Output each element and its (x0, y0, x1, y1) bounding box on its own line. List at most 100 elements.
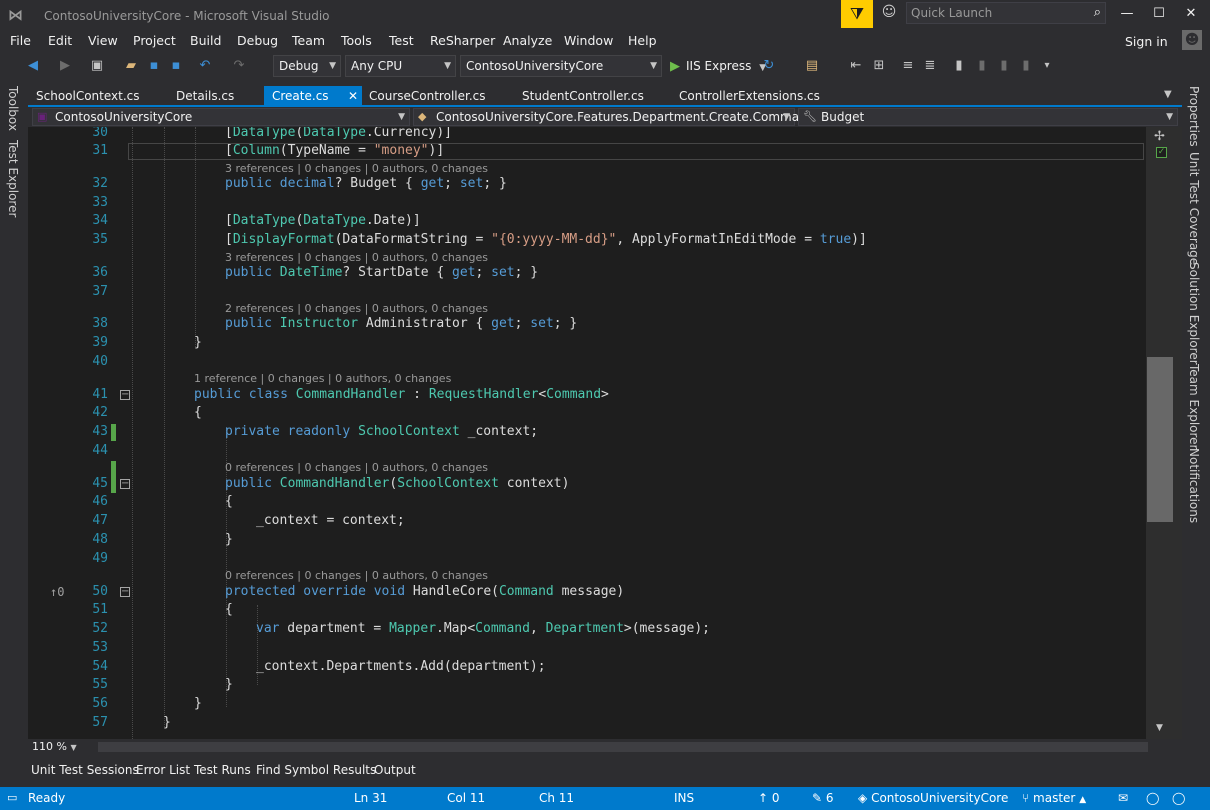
menu-debug[interactable]: Debug (237, 33, 278, 48)
tab-create[interactable]: Create.cs ✕ (264, 86, 362, 106)
refresh-icon[interactable]: ↻ (760, 57, 778, 75)
bookmark-icon[interactable]: ▮ (950, 57, 968, 75)
status-bar: ▭ Ready Ln 31 Col 11 Ch 11 INS ↑ 0 ✎ 6 ◈… (0, 787, 1210, 810)
menu-window[interactable]: Window (564, 33, 613, 48)
notifications-icon[interactable]: ◯ (1146, 791, 1159, 805)
navigate-back-icon[interactable]: ◀ (24, 57, 42, 75)
tab-details[interactable]: Details.cs (168, 86, 264, 106)
menu-view[interactable]: View (88, 33, 118, 48)
code-line: _context.Departments.Add(department); (256, 659, 546, 674)
tab-controllerextensions[interactable]: ControllerExtensions.cs (671, 86, 841, 106)
properties-tab[interactable]: Properties (1187, 86, 1201, 147)
toolbar-options-icon[interactable]: ▾ (1038, 57, 1056, 75)
code-lens[interactable]: 0 references | 0 changes | 0 authors, 0 … (225, 461, 488, 474)
feedback-filter-button[interactable]: ⧩ (841, 0, 873, 28)
unpublished-commits-button[interactable]: ↑ 0 (758, 791, 780, 805)
tab-unit-test-sessions[interactable]: Unit Test Sessions (31, 763, 139, 777)
line-number: 56 (92, 696, 108, 711)
menu-team[interactable]: Team (292, 33, 325, 48)
new-project-icon[interactable]: ▣ (88, 57, 106, 75)
chevron-down-icon: ▼ (783, 112, 790, 122)
collapse-icon[interactable]: − (120, 390, 130, 400)
test-explorer-tab[interactable]: Test Explorer (6, 140, 20, 217)
no-issues-check-icon[interactable]: ✓ (1156, 147, 1167, 158)
undo-icon[interactable]: ↶ (196, 57, 214, 75)
menu-project[interactable]: Project (133, 33, 176, 48)
clear-bookmarks-icon[interactable]: ▮ (1017, 57, 1035, 75)
step-icon[interactable]: ⇤ (847, 57, 865, 75)
project-dropdown[interactable]: ▣ ContosoUniversityCore ▼ (32, 108, 410, 126)
quick-launch-box[interactable]: ⌕ (906, 2, 1106, 24)
browser-link-icon[interactable]: ▤ (803, 57, 821, 75)
type-dropdown[interactable]: ◆ ContosoUniversityCore.Features.Departm… (413, 108, 814, 126)
minimize-button[interactable]: — (1112, 4, 1142, 24)
user-status-icon[interactable]: ◯ (1172, 791, 1185, 805)
zoom-dropdown[interactable]: 110 % ▼ (32, 739, 77, 755)
previous-bookmark-icon[interactable]: ▮ (973, 57, 991, 75)
tab-overflow-icon[interactable]: ▼ (1164, 89, 1172, 100)
save-all-icon[interactable]: ▪ (167, 57, 185, 75)
save-icon[interactable]: ▪ (145, 57, 163, 75)
tab-coursecontroller[interactable]: CourseController.cs (361, 86, 513, 106)
menu-file[interactable]: File (10, 33, 31, 48)
scrollbar-thumb[interactable] (1147, 357, 1173, 522)
scroll-down-arrow-icon[interactable]: ▼ (1156, 723, 1163, 733)
outdent-icon[interactable]: ≡ (899, 57, 917, 75)
open-file-icon[interactable]: ▰ (122, 57, 140, 75)
navigate-forward-icon[interactable]: ▶ (56, 57, 74, 75)
tab-schoolcontext[interactable]: SchoolContext.cs (28, 86, 168, 106)
tab-find-symbol-results[interactable]: Find Symbol Results (256, 763, 376, 777)
code-lens[interactable]: 2 references | 0 changes | 0 authors, 0 … (225, 302, 488, 315)
menu-build[interactable]: Build (190, 33, 221, 48)
start-debugging-button[interactable]: ▶ IIS Express ▼ (670, 56, 766, 76)
solution-explorer-tab[interactable]: Solution Explorer (1187, 262, 1201, 365)
code-lens[interactable]: 3 references | 0 changes | 0 authors, 0 … (225, 251, 488, 264)
sign-in-link[interactable]: Sign in (1125, 34, 1168, 49)
vertical-scrollbar[interactable]: ✢ ✓ ▼ (1146, 127, 1182, 739)
tab-studentcontroller[interactable]: StudentController.cs (514, 86, 671, 106)
horizontal-scrollbar[interactable] (98, 742, 1148, 752)
code-line: } (194, 696, 202, 711)
menu-test[interactable]: Test (389, 33, 414, 48)
toolbox-tab[interactable]: Toolbox (6, 86, 20, 131)
tab-test-runs[interactable]: Test Runs (194, 763, 251, 777)
search-icon[interactable]: ⌕ (1094, 5, 1101, 20)
hierarchy-icon[interactable]: ⊞ (870, 57, 888, 75)
notifications-tab[interactable]: Notifications (1187, 448, 1201, 523)
profile-icon[interactable]: ☻ (1182, 30, 1202, 50)
send-feedback-icon[interactable]: ☺ (878, 4, 900, 24)
pending-changes-button[interactable]: ✎ 6 (812, 791, 834, 805)
unit-test-coverage-tab[interactable]: Unit Test Coverage (1187, 152, 1201, 265)
menu-tools[interactable]: Tools (341, 33, 372, 48)
platform-dropdown[interactable]: Any CPU ▼ (345, 55, 456, 77)
split-window-icon[interactable]: ✢ (1154, 129, 1165, 144)
collapse-icon[interactable]: − (120, 479, 130, 489)
redo-icon[interactable]: ↷ (230, 57, 248, 75)
menu-analyze[interactable]: Analyze (503, 33, 552, 48)
collapse-icon[interactable]: − (120, 587, 130, 597)
indent-icon[interactable]: ≣ (921, 57, 939, 75)
code-lens[interactable]: 1 reference | 0 changes | 0 authors, 0 c… (194, 372, 451, 385)
tab-error-list[interactable]: Error List (136, 763, 190, 777)
branch-button[interactable]: ⑂ master ▲ (1022, 791, 1086, 805)
member-dropdown[interactable]: 🔧︎ Budget ▼ (798, 108, 1178, 126)
next-bookmark-icon[interactable]: ▮ (995, 57, 1013, 75)
startup-project-dropdown[interactable]: ContosoUniversityCore ▼ (460, 55, 662, 77)
maximize-button[interactable]: ☐ (1144, 4, 1174, 24)
code-lens[interactable]: 0 references | 0 changes | 0 authors, 0 … (225, 569, 488, 582)
repository-button[interactable]: ◈ ContosoUniversityCore (858, 791, 1008, 805)
quick-launch-input[interactable] (907, 3, 1082, 23)
menu-resharper[interactable]: ReSharper (430, 33, 495, 48)
status-column: Col 11 (447, 791, 486, 805)
tab-output[interactable]: Output (374, 763, 416, 777)
code-editor[interactable]: − − − ↑0 30 31 32 33 34 35 36 37 38 39 4… (28, 127, 1146, 739)
status-insert-mode: INS (674, 791, 695, 805)
menu-edit[interactable]: Edit (48, 33, 72, 48)
close-button[interactable]: ✕ (1176, 4, 1206, 24)
team-explorer-tab[interactable]: Team Explorer (1187, 364, 1201, 450)
feedback-icon[interactable]: ✉ (1118, 791, 1128, 805)
close-icon[interactable]: ✕ (348, 86, 358, 106)
configuration-dropdown[interactable]: Debug ▼ (273, 55, 341, 77)
code-lens[interactable]: 3 references | 0 changes | 0 authors, 0 … (225, 162, 488, 175)
menu-help[interactable]: Help (628, 33, 657, 48)
